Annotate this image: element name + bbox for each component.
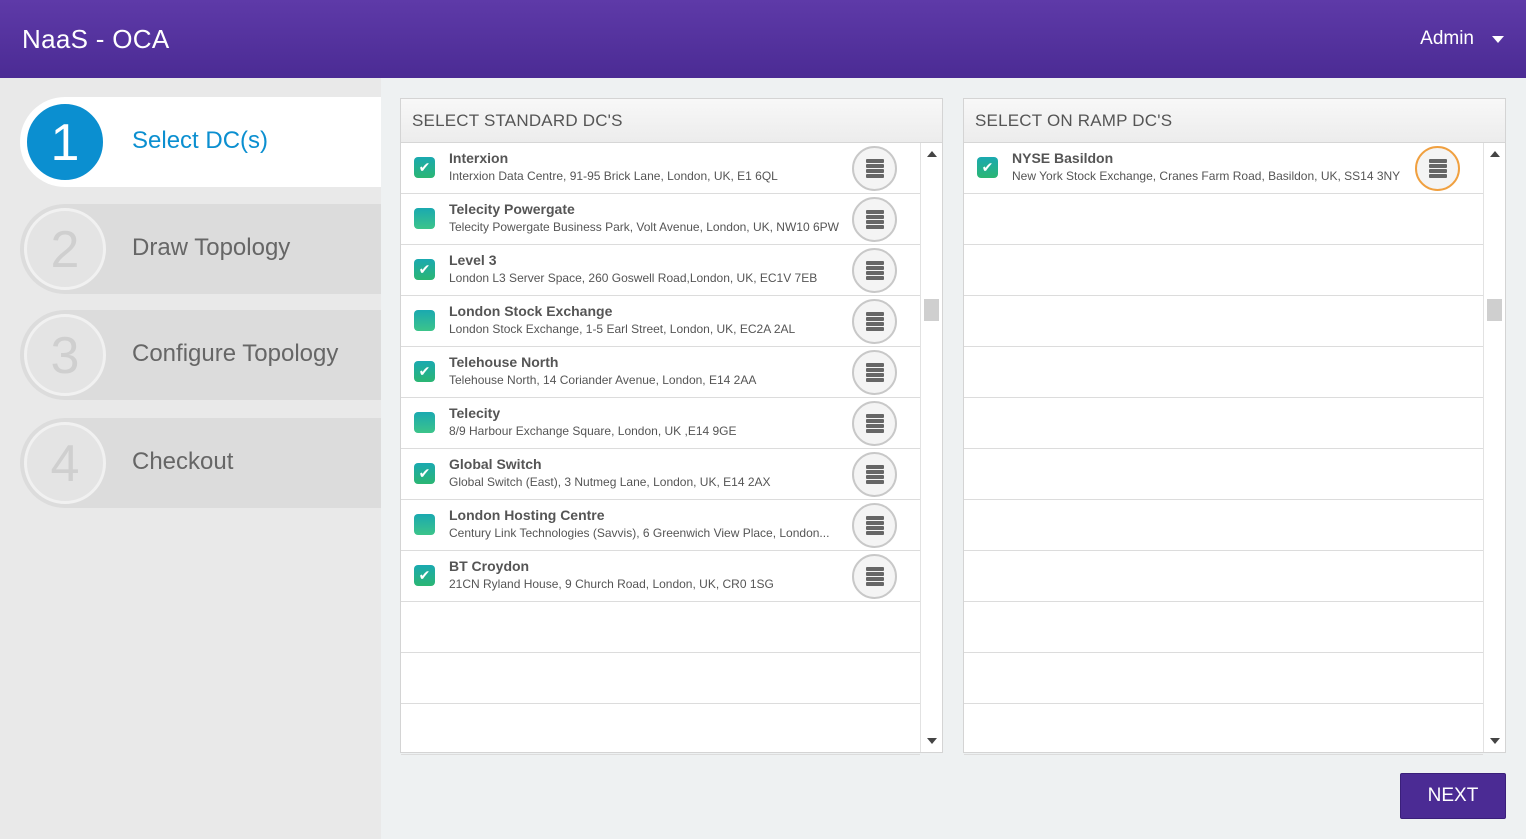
scroll-thumb[interactable] <box>924 299 939 321</box>
list-item[interactable]: ✔ BT Croydon 21CN Ryland House, 9 Church R… <box>401 551 920 602</box>
dc-name: Global Switch <box>449 456 542 472</box>
checkbox-unchecked[interactable] <box>414 310 435 331</box>
scroll-up-icon[interactable] <box>927 151 937 157</box>
step-number: 4 <box>24 422 106 504</box>
step-number: 3 <box>24 314 106 396</box>
list-item <box>964 296 1483 347</box>
dc-address: London Stock Exchange, 1-5 Earl Street, … <box>449 322 796 336</box>
dc-address: Century Link Technologies (Savvis), 6 Gr… <box>449 526 830 540</box>
step-label: Configure Topology <box>132 340 339 367</box>
server-icon[interactable] <box>852 248 897 293</box>
dc-name: NYSE Basildon <box>1012 150 1114 166</box>
step-label: Draw Topology <box>132 234 291 261</box>
list-item[interactable]: ✔ Level 3 London L3 Server Space, 260 Gosw… <box>401 245 920 296</box>
dc-address: 8/9 Harbour Exchange Square, London, UK … <box>449 424 737 438</box>
server-icon[interactable] <box>852 554 897 599</box>
scroll-down-icon[interactable] <box>1490 738 1500 744</box>
next-button[interactable]: NEXT <box>1400 773 1506 819</box>
check-icon[interactable]: ✔ <box>414 157 435 178</box>
checkbox-unchecked[interactable] <box>414 514 435 535</box>
user-name: Admin <box>1420 28 1474 49</box>
dc-address: Telehouse North, 14 Coriander Avenue, Lo… <box>449 373 757 387</box>
dc-name: Level 3 <box>449 252 497 268</box>
list-item <box>401 653 920 704</box>
dc-address: Telecity Powergate Business Park, Volt A… <box>449 220 839 234</box>
scroll-down-icon[interactable] <box>927 738 937 744</box>
server-icon[interactable] <box>852 146 897 191</box>
list-item <box>401 602 920 653</box>
check-icon[interactable]: ✔ <box>414 361 435 382</box>
check-icon[interactable]: ✔ <box>414 463 435 484</box>
wizard-sidebar: 1 Select DC(s) 2 Draw Topology 3 Configu… <box>0 78 381 839</box>
checkbox-unchecked[interactable] <box>414 208 435 229</box>
scroll-thumb[interactable] <box>1487 299 1502 321</box>
server-icon[interactable] <box>852 503 897 548</box>
dc-name: London Stock Exchange <box>449 303 613 319</box>
list-item <box>964 245 1483 296</box>
list-item <box>964 653 1483 704</box>
panel-header: SELECT STANDARD DC'S <box>401 99 942 143</box>
check-icon[interactable]: ✔ <box>414 259 435 280</box>
checkbox-unchecked[interactable] <box>414 412 435 433</box>
list-item <box>401 704 920 755</box>
list-item <box>964 449 1483 500</box>
list-item <box>964 194 1483 245</box>
list-item[interactable]: ✔ Interxion Interxion Data Centre, 91-95 B… <box>401 143 920 194</box>
list-item <box>964 347 1483 398</box>
dc-name: London Hosting Centre <box>449 507 605 523</box>
step-label: Select DC(s) <box>132 127 269 154</box>
server-icon[interactable] <box>852 401 897 446</box>
list-item <box>964 551 1483 602</box>
scrollbar[interactable] <box>1483 143 1505 752</box>
standard-dc-panel: SELECT STANDARD DC'S ✔ Interxion Interxion… <box>400 98 943 755</box>
step-number: 2 <box>24 208 106 290</box>
dc-address: 21CN Ryland House, 9 Church Road, London… <box>449 577 774 591</box>
list-item <box>964 398 1483 449</box>
step-configure-topology[interactable]: 3 Configure Topology <box>20 310 381 400</box>
list-item[interactable]: Telecity 8/9 Harbour Exchange Square, Lon… <box>401 398 920 449</box>
list-item[interactable]: London Hosting Centre Century Link Techno… <box>401 500 920 551</box>
dc-name: Interxion <box>449 150 509 166</box>
onramp-dc-list: ✔ NYSE Basildon New York Stock Exchange, C… <box>964 143 1483 755</box>
scrollbar[interactable] <box>920 143 942 752</box>
dc-address: Interxion Data Centre, 91-95 Brick Lane,… <box>449 169 778 183</box>
panel-header: SELECT ON RAMP DC'S <box>964 99 1505 143</box>
dc-name: BT Croydon <box>449 558 530 574</box>
server-icon[interactable] <box>852 452 897 497</box>
check-icon[interactable]: ✔ <box>977 157 998 178</box>
list-item[interactable]: ✔ Global Switch Global Switch (East), 3 Nu… <box>401 449 920 500</box>
list-item <box>964 602 1483 653</box>
list-item[interactable]: ✔ NYSE Basildon New York Stock Exchange, C… <box>964 143 1483 194</box>
server-icon[interactable] <box>852 350 897 395</box>
step-number: 1 <box>24 101 106 183</box>
list-item[interactable]: London Stock Exchange London Stock Exchan… <box>401 296 920 347</box>
onramp-dc-panel: SELECT ON RAMP DC'S ✔ NYSE Basildon New Yo… <box>963 98 1506 755</box>
user-menu[interactable]: Admin <box>1420 28 1504 50</box>
dc-name: Telehouse North <box>449 354 559 370</box>
dc-address: Global Switch (East), 3 Nutmeg Lane, Lon… <box>449 475 771 489</box>
dc-name: Telecity <box>449 405 501 421</box>
step-checkout[interactable]: 4 Checkout <box>20 418 381 508</box>
server-icon[interactable] <box>852 197 897 242</box>
list-item[interactable]: ✔ Telehouse North Telehouse North, 14 Cori… <box>401 347 920 398</box>
dc-address: London L3 Server Space, 260 Goswell Road… <box>449 271 818 285</box>
dc-name: Telecity Powergate <box>449 201 575 217</box>
list-item[interactable]: Telecity Powergate Telecity Powergate Bus… <box>401 194 920 245</box>
check-icon[interactable]: ✔ <box>414 565 435 586</box>
app-title: NaaS - OCA <box>22 24 170 54</box>
step-draw-topology[interactable]: 2 Draw Topology <box>20 204 381 294</box>
list-item <box>964 500 1483 551</box>
standard-dc-list: ✔ Interxion Interxion Data Centre, 91-95 B… <box>401 143 920 755</box>
step-select-dc[interactable]: 1 Select DC(s) <box>20 97 381 187</box>
scroll-up-icon[interactable] <box>1490 151 1500 157</box>
dc-address: New York Stock Exchange, Cranes Farm Roa… <box>1012 169 1401 183</box>
step-label: Checkout <box>132 448 234 475</box>
caret-down-icon[interactable] <box>1492 35 1504 43</box>
server-icon[interactable] <box>1415 146 1460 191</box>
top-bar: NaaS - OCA Admin <box>0 0 1526 78</box>
server-icon[interactable] <box>852 299 897 344</box>
list-item <box>964 704 1483 755</box>
